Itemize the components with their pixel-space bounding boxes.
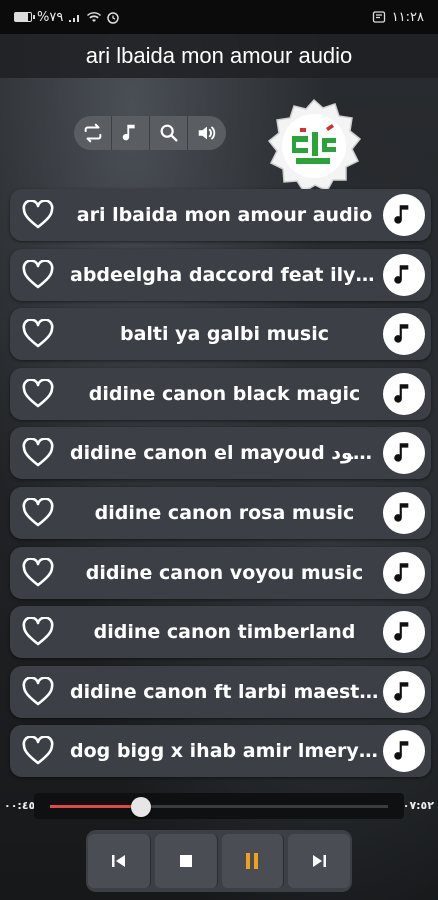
status-bar: %٧٩ ١١:٢٨ — [0, 0, 438, 34]
volume-button[interactable] — [188, 116, 226, 150]
song-row[interactable]: didine canon el mayoud المقيود — [10, 427, 431, 480]
wifi-icon — [87, 12, 102, 22]
song-title: didine canon el mayoud المقيود — [70, 442, 383, 465]
favorite-button[interactable] — [10, 606, 66, 658]
song-title: didine canon ft larbi maestro... — [70, 680, 383, 703]
search-button[interactable] — [150, 116, 188, 150]
clock: ١١:٢٨ — [391, 9, 424, 25]
volume-icon — [198, 126, 216, 140]
song-title: didine canon voyou music — [85, 561, 364, 584]
seek-bar[interactable] — [34, 793, 404, 819]
song-list: ari lbaida mon amour audio abdeelgha dacc… — [10, 189, 431, 785]
seek-progress — [50, 805, 142, 808]
play-song-button[interactable] — [383, 313, 425, 356]
stop-button[interactable] — [154, 834, 218, 888]
song-row[interactable]: dog bigg x ihab amir lmeryo... — [10, 725, 431, 778]
play-song-button[interactable] — [383, 551, 425, 594]
page-title: ari lbaida mon amour audio — [0, 34, 438, 78]
play-song-button[interactable] — [383, 670, 425, 713]
song-title: abdeelgha daccord feat ily p... — [70, 263, 383, 286]
battery-icon — [14, 12, 35, 22]
music-note-icon — [394, 682, 409, 701]
favorite-button[interactable] — [10, 308, 66, 360]
play-song-button[interactable] — [383, 730, 425, 773]
song-title: didine canon rosa music — [94, 501, 355, 524]
heart-icon — [22, 438, 54, 467]
seek-thumb[interactable] — [131, 797, 152, 817]
toolbar — [74, 116, 226, 150]
seek-rail — [50, 797, 388, 817]
next-button[interactable] — [288, 834, 350, 888]
heart-icon — [22, 378, 54, 408]
previous-icon — [111, 855, 125, 867]
favorite-button[interactable] — [10, 547, 66, 599]
signal-icon — [69, 15, 80, 22]
music-note-icon — [394, 503, 409, 522]
badge-logo-icon — [267, 98, 362, 194]
song-row[interactable]: didine canon rosa music — [10, 486, 431, 539]
song-row[interactable]: didine canon timberland — [10, 606, 431, 659]
stop-icon — [179, 855, 192, 867]
music-note-icon — [394, 622, 409, 641]
notification-icon — [372, 11, 385, 23]
pause-icon — [246, 853, 259, 869]
song-row[interactable]: didine canon ft larbi maestro... — [10, 665, 431, 718]
repeat-button[interactable] — [74, 116, 112, 150]
progress-area: ٠٠:٤٥ ٠٧:٥٢ — [0, 790, 438, 820]
heart-icon — [22, 617, 54, 646]
music-note-icon — [394, 443, 409, 463]
favorite-button[interactable] — [10, 666, 66, 718]
song-row[interactable]: ari lbaida mon amour audio — [10, 189, 431, 241]
heart-icon — [22, 736, 54, 765]
song-title: balti ya galbi music — [119, 323, 330, 346]
song-row[interactable]: balti ya galbi music — [10, 308, 431, 361]
music-button[interactable] — [112, 116, 150, 150]
song-title: didine canon timberland — [93, 621, 356, 644]
play-song-button[interactable] — [383, 611, 425, 654]
heart-icon — [22, 200, 54, 229]
song-row[interactable]: didine canon black magic — [10, 367, 431, 420]
play-song-button[interactable] — [383, 491, 425, 534]
music-note-icon — [122, 124, 135, 141]
play-song-button[interactable] — [383, 432, 425, 475]
play-song-button[interactable] — [383, 372, 425, 415]
previous-button[interactable] — [88, 834, 151, 888]
play-song-button[interactable] — [383, 194, 425, 236]
battery-percent: %٧٩ — [37, 9, 64, 25]
repeat-icon — [84, 123, 101, 143]
music-note-icon — [394, 384, 409, 403]
heart-icon — [22, 676, 54, 706]
music-note-icon — [394, 562, 409, 582]
favorite-button[interactable] — [10, 249, 66, 301]
heart-icon — [22, 557, 54, 586]
playback-controls — [86, 830, 352, 892]
play-song-button[interactable] — [383, 253, 425, 296]
duration-time: ٠٧:٥٢ — [402, 799, 434, 812]
app-logo — [266, 98, 362, 194]
music-note-icon — [394, 741, 409, 761]
elapsed-time: ٠٠:٤٥ — [4, 799, 36, 812]
favorite-button[interactable] — [10, 189, 66, 241]
heart-icon — [22, 259, 54, 288]
search-icon — [160, 124, 178, 142]
song-row[interactable]: abdeelgha daccord feat ily p... — [10, 248, 431, 301]
alarm-icon — [107, 12, 120, 24]
heart-icon — [22, 319, 54, 348]
music-note-icon — [394, 264, 409, 284]
favorite-button[interactable] — [10, 487, 66, 539]
favorite-button[interactable] — [10, 368, 66, 420]
heart-icon — [22, 497, 54, 527]
music-note-icon — [394, 205, 409, 224]
song-title: ari lbaida mon amour audio — [76, 204, 373, 226]
music-note-icon — [394, 324, 409, 343]
pause-button[interactable] — [221, 834, 285, 888]
favorite-button[interactable] — [10, 725, 66, 777]
song-title: dog bigg x ihab amir lmeryo... — [70, 740, 383, 763]
next-icon — [313, 855, 327, 867]
favorite-button[interactable] — [10, 427, 66, 479]
song-title: didine canon black magic — [88, 382, 361, 405]
song-row[interactable]: didine canon voyou music — [10, 546, 431, 599]
